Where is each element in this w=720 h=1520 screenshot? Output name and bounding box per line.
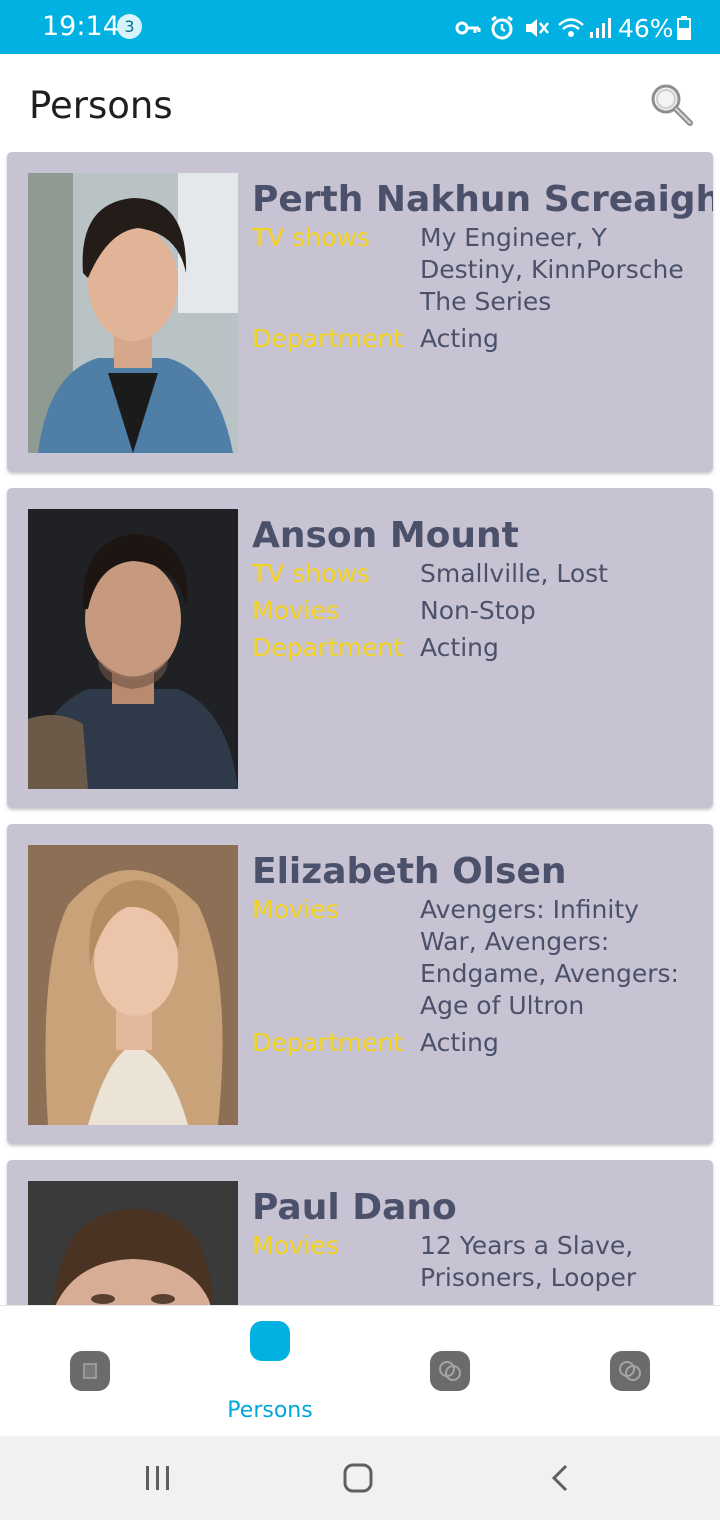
info-row: Movies 12 Years a Slave, Prisoners, Loop… xyxy=(252,1230,697,1294)
person-name: Perth Nakhun Screaigh xyxy=(252,179,713,220)
nav-item-favorites[interactable] xyxy=(540,1306,720,1437)
person-card[interactable]: Perth Nakhun Screaigh TV shows My Engine… xyxy=(7,152,713,472)
person-card[interactable]: Anson Mount TV shows Smallville, Lost Mo… xyxy=(7,488,713,808)
info-value: Avengers: Infinity War, Avengers: Endgam… xyxy=(420,895,679,1020)
back-icon xyxy=(551,1464,568,1492)
screen: 19:14 3 46% Persons Perth Nakhun Screaig… xyxy=(0,0,720,1520)
status-bar: 19:14 3 46% xyxy=(0,0,720,54)
info-value: 12 Years a Slave, Prisoners, Looper xyxy=(420,1231,637,1292)
battery-percent: 46% xyxy=(618,13,674,43)
mute-icon xyxy=(526,19,549,37)
person-photo xyxy=(28,173,238,453)
person-info: Paul Dano Movies 12 Years a Slave, Priso… xyxy=(252,1186,697,1294)
info-value: Acting xyxy=(420,324,499,353)
info-value: Acting xyxy=(420,633,499,662)
back-button[interactable] xyxy=(540,1458,580,1498)
person-name: Elizabeth Olsen xyxy=(252,851,567,892)
info-row: Department Acting xyxy=(252,1027,697,1059)
person-icon xyxy=(250,1321,290,1361)
wifi-icon xyxy=(558,18,584,37)
persons-list[interactable]: Perth Nakhun Screaigh TV shows My Engine… xyxy=(0,152,720,1305)
info-label: TV shows xyxy=(252,559,370,588)
vpn-key-icon xyxy=(455,21,481,35)
alarm-icon xyxy=(491,15,513,40)
nav-item-movies[interactable] xyxy=(0,1306,180,1437)
info-row: TV shows Smallville, Lost xyxy=(252,558,697,590)
info-label: Department xyxy=(252,633,404,662)
person-name: Paul Dano xyxy=(252,1187,457,1228)
info-label: Movies xyxy=(252,1231,340,1260)
person-info: Elizabeth Olsen Movies Avengers: Infinit… xyxy=(252,850,697,1059)
bottom-navigation: Persons xyxy=(0,1305,720,1436)
home-button[interactable] xyxy=(338,1458,378,1498)
nav-item-persons[interactable]: Persons xyxy=(180,1306,360,1437)
person-info: Perth Nakhun Screaigh TV shows My Engine… xyxy=(252,178,713,355)
person-photo xyxy=(28,1181,238,1305)
info-row: Department Acting xyxy=(252,632,697,664)
page-title: Persons xyxy=(29,84,173,127)
system-navigation-bar xyxy=(0,1436,720,1520)
info-value: My Engineer, Y Destiny, KinnPorsche The … xyxy=(420,223,684,316)
app-bar: Persons xyxy=(0,54,720,152)
person-photo xyxy=(28,509,238,789)
status-icons: 46% xyxy=(454,13,692,43)
info-value: Smallville, Lost xyxy=(420,559,608,588)
signal-icon xyxy=(590,18,611,38)
recent-apps-button[interactable] xyxy=(138,1458,178,1498)
info-label: TV shows xyxy=(252,223,370,252)
person-photo xyxy=(28,845,238,1125)
battery-icon xyxy=(676,16,691,40)
search-button[interactable] xyxy=(646,80,696,130)
info-value: Acting xyxy=(420,1028,499,1057)
home-icon xyxy=(343,1463,373,1493)
person-name: Anson Mount xyxy=(252,515,519,556)
nav-label-persons: Persons xyxy=(227,1398,313,1423)
info-row: TV shows My Engineer, Y Destiny, KinnPor… xyxy=(252,222,697,318)
info-row: Movies Non-Stop xyxy=(252,595,697,627)
person-card[interactable]: Elizabeth Olsen Movies Avengers: Infinit… xyxy=(7,824,713,1144)
theater-masks-icon xyxy=(430,1351,470,1391)
info-label: Movies xyxy=(252,596,340,625)
person-card[interactable]: Paul Dano Movies 12 Years a Slave, Priso… xyxy=(7,1160,713,1305)
info-value: Non-Stop xyxy=(420,596,536,625)
info-label: Movies xyxy=(252,895,340,924)
info-row: Department Acting xyxy=(252,323,697,355)
notification-badge: 3 xyxy=(117,14,142,39)
nav-item-tv-shows[interactable] xyxy=(360,1306,540,1437)
person-info: Anson Mount TV shows Smallville, Lost Mo… xyxy=(252,514,697,664)
search-icon xyxy=(651,84,693,126)
info-label: Department xyxy=(252,324,404,353)
info-label: Department xyxy=(252,1028,404,1057)
theater-masks-icon xyxy=(610,1351,650,1391)
status-time: 19:14 xyxy=(42,11,120,42)
info-row: Movies Avengers: Infinity War, Avengers:… xyxy=(252,894,697,1022)
film-icon xyxy=(70,1351,110,1391)
recent-apps-icon xyxy=(146,1466,169,1490)
